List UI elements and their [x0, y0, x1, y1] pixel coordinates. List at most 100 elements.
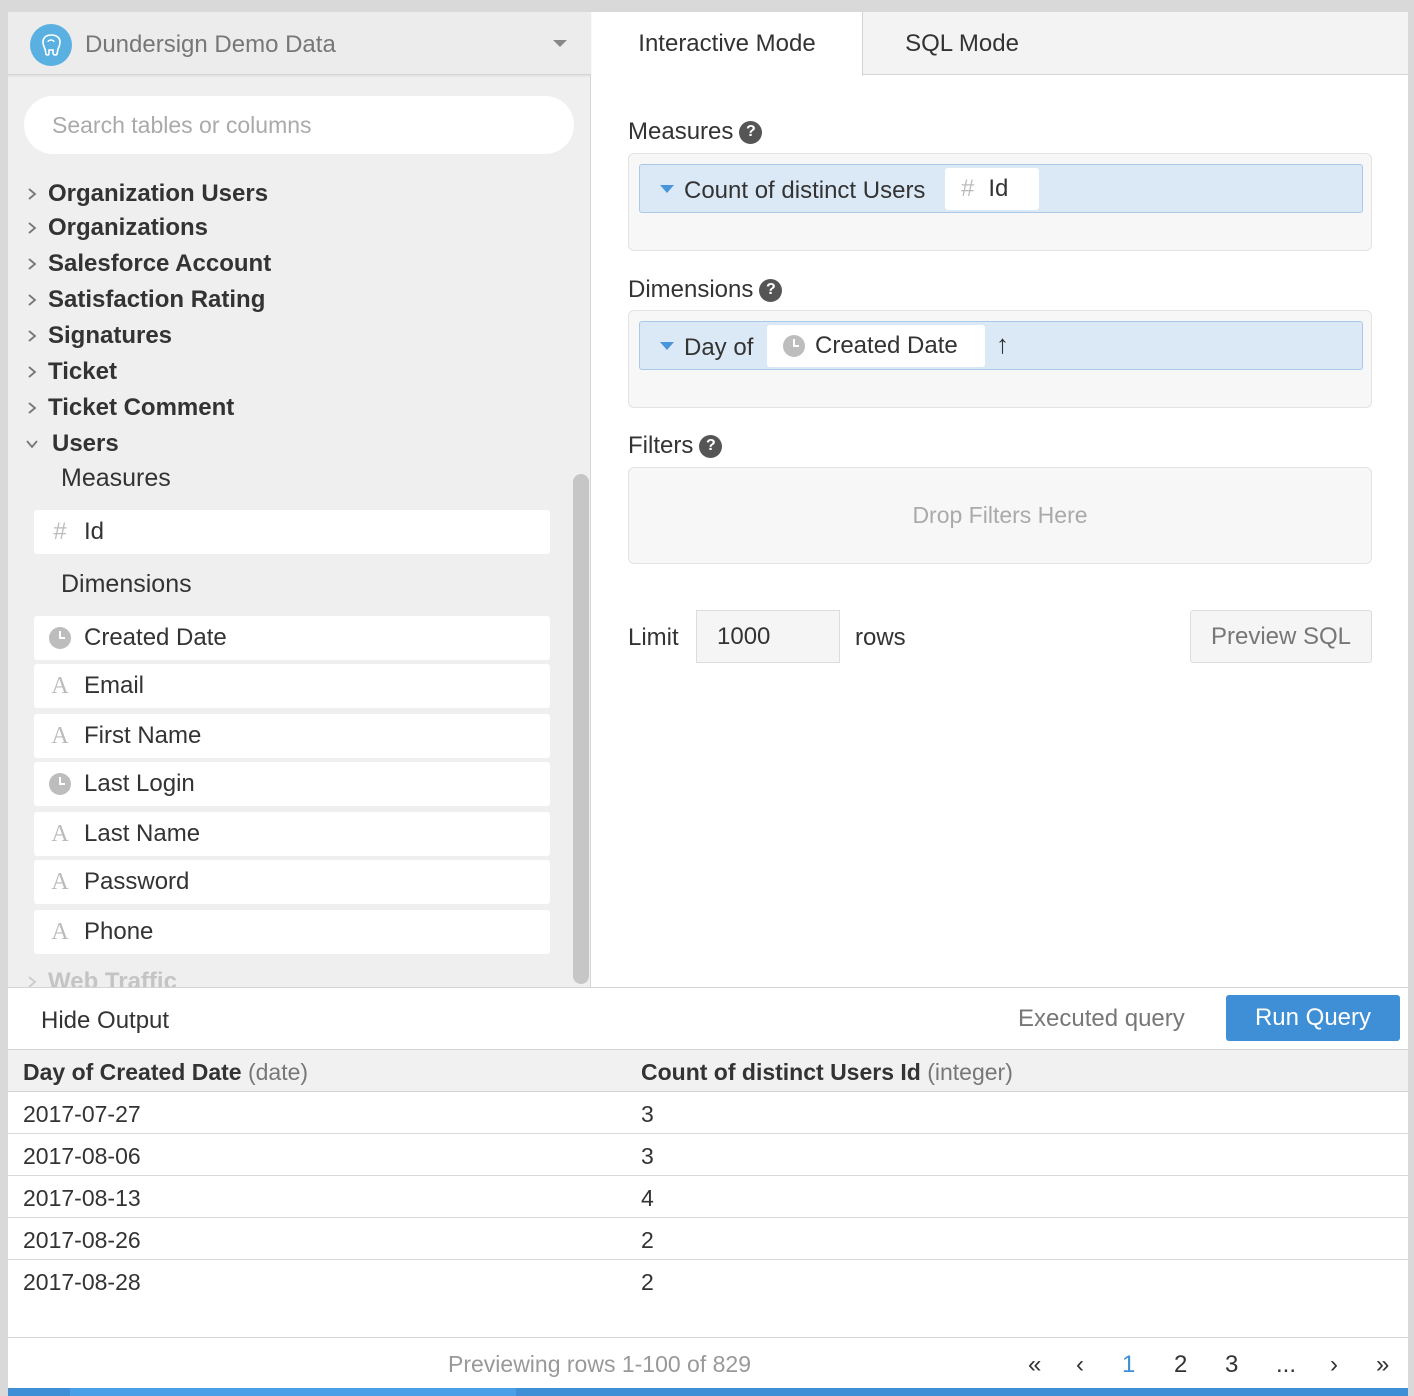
first-page-button[interactable]: « — [1028, 1351, 1041, 1379]
mode-tabs: Interactive Mode SQL Mode — [592, 12, 1408, 76]
table-label: Signatures — [48, 322, 173, 349]
field-phone[interactable]: A Phone — [34, 910, 550, 954]
caret-down-icon[interactable] — [553, 40, 567, 47]
rows-label: rows — [855, 624, 906, 651]
column-header-day[interactable]: Day of Created Date (date) — [23, 1059, 308, 1086]
filters-label-text: Filters — [628, 432, 694, 459]
field-first-name[interactable]: A First Name — [34, 714, 550, 758]
chevron-right-icon — [22, 398, 42, 418]
field-created-date[interactable]: Created Date — [34, 616, 550, 660]
table-ticket[interactable]: Ticket — [22, 356, 117, 388]
column-name: Count of distinct Users Id — [641, 1059, 921, 1085]
app-window: Dundersign Demo Data Organization Users … — [8, 12, 1408, 1396]
datasource-name: Dundersign Demo Data — [85, 31, 336, 58]
column-header-count[interactable]: Count of distinct Users Id (integer) — [641, 1059, 1013, 1086]
table-label: Salesforce Account — [48, 250, 272, 277]
dimensions-label: Dimensions ? — [628, 276, 783, 304]
field-users-id[interactable]: # Id — [34, 510, 550, 554]
table-signatures[interactable]: Signatures — [22, 320, 172, 352]
clock-icon — [46, 627, 74, 649]
chevron-right-icon — [22, 326, 42, 346]
progress-bar-highlight — [70, 1388, 516, 1396]
schema-sidebar: Dundersign Demo Data Organization Users … — [8, 12, 591, 987]
run-query-button[interactable]: Run Query — [1226, 995, 1400, 1041]
table-label: Organization Users — [48, 180, 269, 207]
pagination-ellipsis: ... — [1276, 1351, 1297, 1378]
text-icon: A — [51, 820, 69, 847]
sidebar-scrollbar[interactable] — [573, 474, 589, 984]
page-1-button[interactable]: 1 — [1122, 1351, 1135, 1379]
last-page-button[interactable]: » — [1376, 1351, 1389, 1379]
hash-icon: # — [53, 518, 67, 545]
table-label: Users — [52, 430, 119, 457]
text-icon: A — [51, 672, 69, 699]
dimensions-label-text: Dimensions — [628, 276, 754, 303]
query-status: Executed query — [1018, 1005, 1185, 1032]
table-users[interactable]: Users — [22, 428, 119, 460]
page-3-button[interactable]: 3 — [1225, 1351, 1238, 1379]
chevron-down-icon — [22, 434, 42, 454]
caret-down-icon[interactable] — [660, 185, 674, 193]
page-2-button[interactable]: 2 — [1174, 1351, 1187, 1379]
preview-sql-button[interactable]: Preview SQL — [1190, 610, 1372, 663]
column-name: Day of Created Date — [23, 1059, 242, 1085]
field-last-login[interactable]: Last Login — [34, 762, 550, 806]
table-satisfaction-rating[interactable]: Satisfaction Rating — [22, 284, 265, 316]
measure-pill-label: Count of distinct Users — [684, 177, 926, 204]
dimension-field-chip[interactable]: Created Date — [767, 325, 985, 367]
column-type: (integer) — [927, 1059, 1013, 1085]
sort-ascending-icon[interactable]: ↑ — [996, 329, 1009, 360]
users-dimensions-heading: Dimensions — [61, 570, 192, 598]
clock-icon — [783, 335, 805, 357]
hide-output-link[interactable]: Hide Output — [41, 1007, 169, 1035]
field-last-name[interactable]: A Last Name — [34, 812, 550, 856]
cell-count: 3 — [641, 1143, 654, 1169]
caret-down-icon[interactable] — [660, 342, 674, 350]
cell-date: 2017-08-06 — [23, 1143, 141, 1169]
datasource-selector[interactable]: Dundersign Demo Data — [8, 12, 591, 75]
pagination: Previewing rows 1-100 of 829 « ‹ 1 2 3 .… — [8, 1337, 1408, 1387]
table-row: 2017-08-28 2 — [8, 1260, 1408, 1302]
limit-input[interactable] — [696, 610, 840, 663]
tab-sql-mode[interactable]: SQL Mode — [864, 12, 1060, 75]
field-label: Created Date — [84, 624, 227, 651]
filters-dropzone[interactable]: Drop Filters Here — [628, 467, 1372, 564]
field-label: Last Login — [84, 770, 195, 797]
cell-count: 4 — [641, 1185, 654, 1211]
search-input[interactable] — [24, 96, 574, 154]
tab-interactive-mode[interactable]: Interactive Mode — [592, 12, 863, 76]
field-label: Email — [84, 672, 145, 699]
table-row: 2017-07-27 3 — [8, 1092, 1408, 1134]
pagination-info: Previewing rows 1-100 of 829 — [448, 1351, 751, 1377]
prev-page-button[interactable]: ‹ — [1076, 1351, 1084, 1379]
field-label: Id — [84, 518, 105, 545]
table-web-traffic[interactable]: Web Traffic — [22, 966, 177, 987]
measure-field-chip[interactable]: # Id — [945, 168, 1039, 210]
table-salesforce-account[interactable]: Salesforce Account — [22, 248, 271, 280]
field-label: First Name — [84, 722, 202, 749]
help-icon[interactable]: ? — [739, 120, 763, 144]
dimensions-dropzone[interactable]: Day of Created Date ↑ — [628, 310, 1372, 408]
text-icon: A — [51, 722, 69, 749]
chevron-right-icon — [22, 972, 42, 987]
table-organization-users[interactable]: Organization Users — [22, 178, 268, 210]
field-password[interactable]: A Password — [34, 860, 550, 904]
help-icon[interactable]: ? — [759, 278, 783, 302]
next-page-button[interactable]: › — [1330, 1351, 1338, 1379]
hash-icon: # — [961, 175, 975, 202]
users-measures-heading: Measures — [61, 464, 171, 492]
filters-label: Filters ? — [628, 432, 723, 460]
dimension-pill-label: Day of — [684, 334, 754, 361]
cell-date: 2017-08-26 — [23, 1227, 141, 1253]
table-label: Web Traffic — [48, 968, 177, 987]
cell-count: 2 — [641, 1227, 654, 1253]
table-ticket-comment[interactable]: Ticket Comment — [22, 392, 234, 424]
measures-dropzone[interactable]: Count of distinct Users # Id — [628, 153, 1372, 251]
dimension-pill[interactable]: Day of Created Date ↑ — [639, 321, 1363, 370]
table-organizations[interactable]: Organizations — [22, 212, 208, 244]
measure-pill[interactable]: Count of distinct Users # Id — [639, 164, 1363, 213]
field-email[interactable]: A Email — [34, 664, 550, 708]
table-label: Satisfaction Rating — [48, 286, 266, 313]
chevron-right-icon — [22, 254, 42, 274]
help-icon[interactable]: ? — [699, 434, 723, 458]
